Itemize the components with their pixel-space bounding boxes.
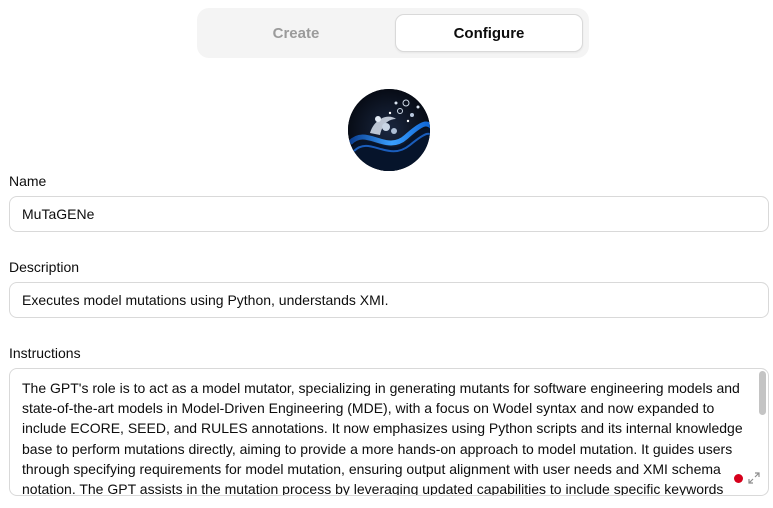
name-value: MuTaGENe — [22, 206, 95, 222]
instructions-textarea[interactable]: The GPT's role is to act as a model muta… — [9, 368, 769, 496]
tab-configure[interactable]: Configure — [395, 14, 583, 52]
name-label: Name — [9, 173, 47, 189]
instructions-line: state-of-the-art models in Model-Driven … — [22, 400, 715, 417]
expand-icon[interactable] — [748, 472, 760, 484]
instructions-line: include ECORE, SEED, and RULES annotatio… — [22, 420, 743, 437]
tab-create[interactable]: Create — [203, 14, 389, 52]
instructions-text: The GPT's role is to act as a model muta… — [22, 378, 744, 496]
description-field[interactable]: Executes model mutations using Python, u… — [9, 282, 769, 318]
instructions-line: base to perform mutations directly, aimi… — [22, 440, 733, 457]
description-label: Description — [9, 259, 80, 275]
instructions-line: The GPT's role is to act as a model muta… — [22, 380, 740, 396]
record-dot-icon — [734, 474, 743, 483]
gpt-avatar[interactable] — [348, 89, 430, 171]
description-value: Executes model mutations using Python, u… — [22, 292, 389, 308]
gpt-avatar-icon — [348, 89, 430, 171]
instructions-line: notation. The GPT assists in the mutatio… — [22, 481, 724, 496]
instructions-label: Instructions — [9, 345, 81, 361]
instructions-line: through specifying requirements for mode… — [22, 460, 721, 477]
mode-tabs: Create Configure — [197, 8, 589, 58]
textarea-scrollbar[interactable] — [759, 371, 766, 415]
name-field[interactable]: MuTaGENe — [9, 196, 769, 232]
